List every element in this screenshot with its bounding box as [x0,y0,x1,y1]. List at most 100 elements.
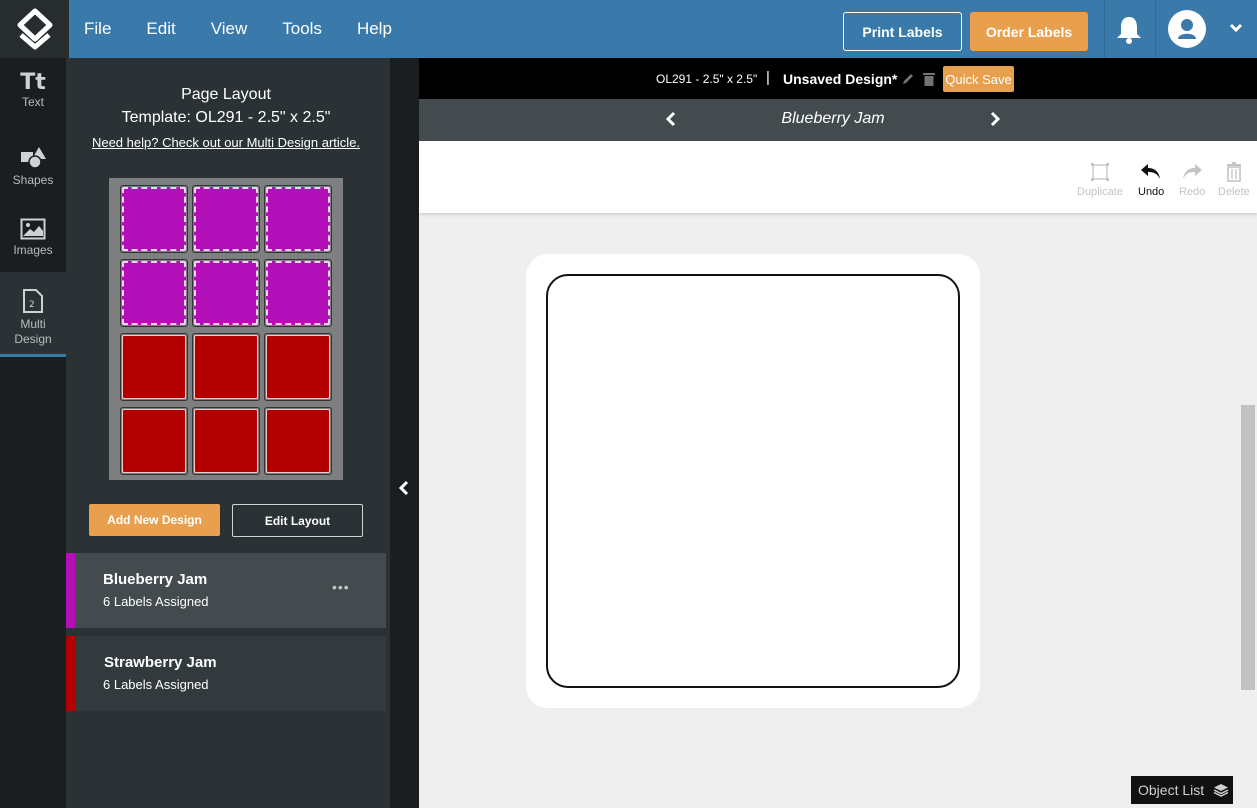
pencil-icon[interactable] [901,72,915,86]
sheet-cell-fill [194,187,258,251]
sheet-cell-fill [266,187,330,251]
bell-icon [1117,17,1141,44]
rail-text-label: Text [21,95,44,109]
template-size: OL291 - 2.5" x 2.5" [656,72,758,86]
delete-label: Delete [1218,186,1250,198]
order-labels-button[interactable]: Order Labels [970,12,1088,51]
sheet-cell-strawberry[interactable] [192,407,260,475]
label-safe-area[interactable] [546,274,960,688]
design-assigned-count: 6 Labels Assigned [103,594,209,609]
sheet-cell-fill [122,409,186,473]
sheet-cell-blueberry[interactable] [192,259,260,327]
divider [1104,0,1105,58]
sheet-cell-strawberry[interactable] [192,333,260,401]
edit-toolbar: Duplicate Undo Redo Delete [419,141,1257,213]
sheet-cell-fill [194,335,258,399]
user-icon [1178,19,1196,39]
undo-button[interactable]: Undo [1138,161,1164,198]
sheet-cell-fill [266,409,330,473]
sheet-cell-strawberry[interactable] [264,407,332,475]
menu-file[interactable]: File [84,19,111,39]
menu-tools[interactable]: Tools [282,19,322,39]
layers-logo-icon [17,8,52,50]
design-assigned-count: 6 Labels Assigned [103,677,209,692]
sheet-cell-fill [266,261,330,325]
notifications-button[interactable] [1113,14,1145,51]
design-name: Blueberry Jam [103,571,208,588]
menu-help[interactable]: Help [357,19,392,39]
layers-icon [1213,784,1229,797]
add-new-design-button[interactable]: Add New Design [89,504,220,536]
object-list-label: Object List [1138,782,1205,798]
vertical-scrollbar[interactable] [1241,405,1255,690]
sheet-cell-fill [266,335,330,399]
object-list-button[interactable]: Object List [1131,776,1233,804]
tool-rail: Tt Text Shapes Images 2 Multi Design [0,58,66,808]
sheet-cell-fill [194,409,258,473]
rail-text[interactable]: Tt Text [0,70,66,130]
design-color-bar [66,636,75,711]
sheet-cell-strawberry[interactable] [264,333,332,401]
next-design-button[interactable] [989,111,1001,127]
rail-multi-design[interactable]: 2 Multi Design [0,272,66,357]
design-color-bar [66,553,75,628]
design-name: Strawberry Jam [104,654,217,671]
design-info-bar: OL291 - 2.5" x 2.5" | Unsaved Design* Qu… [419,58,1257,99]
collapse-panel-button[interactable] [398,480,410,501]
sheet-cell-blueberry[interactable] [264,185,332,253]
rail-images-label: Images [13,243,53,257]
rail-shapes-label: Shapes [12,173,54,187]
shapes-icon [21,147,46,169]
user-avatar[interactable] [1168,10,1206,48]
quick-save-button[interactable]: Quick Save [943,66,1014,92]
sheet-cell-blueberry[interactable] [264,259,332,327]
divider [1155,0,1156,58]
sheet-cell-fill [122,335,186,399]
page-layout-panel: Page Layout Template: OL291 - 2.5" x 2.5… [66,58,390,808]
sheet-cell-fill [194,261,258,325]
menu-bar: File Edit View Tools Help [69,0,412,58]
menu-edit[interactable]: Edit [146,19,175,39]
editor-area: OL291 - 2.5" x 2.5" | Unsaved Design* Qu… [419,58,1257,808]
rail-multi-design-label: Multi Design [14,317,52,346]
redo-label: Redo [1179,186,1206,198]
panel-title: Page Layout [181,86,271,103]
chevron-down-icon [1229,23,1243,33]
redo-button[interactable]: Redo [1179,161,1205,198]
menu-view[interactable]: View [211,19,248,39]
sheet-cell-fill [122,187,186,251]
current-design-title: Blueberry Jam [781,110,885,127]
more-options-icon[interactable]: ••• [332,579,350,595]
design-item-strawberry[interactable]: Strawberry Jam 6 Labels Assigned [66,636,386,711]
chevron-left-icon [398,480,409,496]
print-labels-button[interactable]: Print Labels [843,12,962,51]
sheet-cell-blueberry[interactable] [192,185,260,253]
undo-icon [1141,164,1161,179]
app-logo[interactable] [0,0,69,58]
trash-icon[interactable] [922,71,936,87]
sheet-cell-blueberry[interactable] [120,185,188,253]
text-icon: Tt [20,70,46,95]
collapse-panel-strip [390,58,419,808]
rail-shapes[interactable]: Shapes [0,146,66,206]
design-navigator: Blueberry Jam [419,99,1257,141]
sheet-cell-blueberry[interactable] [120,259,188,327]
separator: | [766,69,770,86]
rail-images[interactable]: Images [0,218,66,278]
trash-icon [1226,162,1241,182]
delete-button[interactable]: Delete [1218,161,1250,198]
design-item-blueberry[interactable]: Blueberry Jam 6 Labels Assigned ••• [66,553,386,628]
help-link[interactable]: Need help? Check out our Multi Design ar… [66,135,386,150]
undo-label: Undo [1138,186,1165,198]
account-dropdown[interactable] [1228,20,1244,41]
image-icon [20,218,46,240]
sheet-cell-fill [122,261,186,325]
sheet-cell-strawberry[interactable] [120,333,188,401]
edit-layout-button[interactable]: Edit Layout [232,504,363,537]
sheet-cell-strawberry[interactable] [120,407,188,475]
template-label: Template: OL291 - 2.5" x 2.5" [121,109,331,126]
label-canvas[interactable] [526,254,980,708]
duplicate-button[interactable]: Duplicate [1077,161,1123,198]
multi-design-badge: 2 [29,300,35,310]
duplicate-label: Duplicate [1077,186,1123,198]
